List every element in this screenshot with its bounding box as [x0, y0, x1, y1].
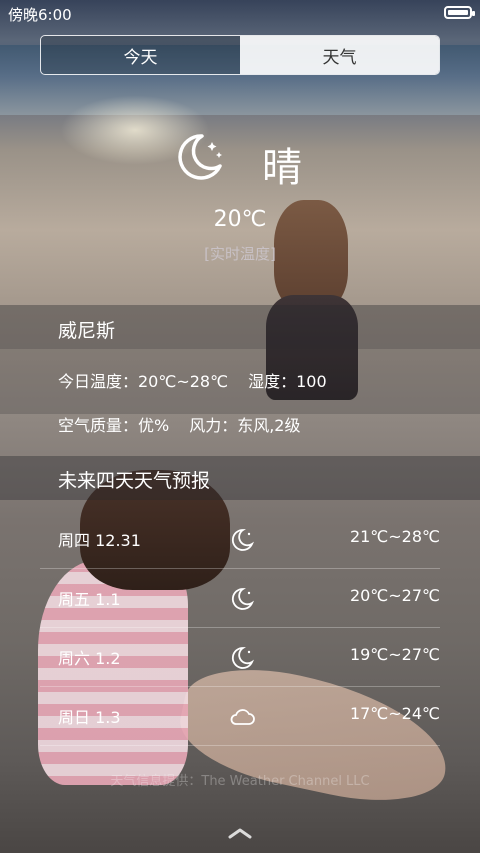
temperature-range: 今日温度：20℃~28℃ — [58, 372, 229, 391]
forecast-day: 周六 1.2 — [58, 649, 121, 668]
moon-icon — [231, 529, 255, 551]
forecast-day: 周日 1.3 — [58, 708, 121, 727]
current-condition: 晴 — [262, 145, 302, 191]
current-temperature: 20℃ — [213, 207, 267, 232]
tab-weather[interactable]: 天气 — [240, 36, 439, 74]
forecast-range: 17℃~24℃ — [349, 704, 440, 723]
details-row-1: 今日温度：20℃~28℃ 湿度：100 — [58, 368, 327, 392]
forecast-row: 周四 12.31 21℃~28℃ — [40, 510, 440, 569]
forecast-day: 周四 12.31 — [58, 531, 141, 550]
air-quality: 空气质量：优% — [58, 416, 170, 435]
forecast-row: 周六 1.2 19℃~27℃ — [40, 628, 440, 687]
moon-icon — [231, 647, 255, 669]
forecast-title: 未来四天天气预报 — [58, 470, 211, 492]
realtime-temperature-label: [实时温度] — [204, 245, 276, 263]
forecast-day: 周五 1.1 — [58, 590, 121, 609]
moon-icon — [178, 134, 222, 180]
moon-icon — [231, 588, 255, 610]
forecast-range: 19℃~27℃ — [349, 645, 440, 664]
status-bar: 傍晚6:00 — [0, 0, 480, 27]
tab-today[interactable]: 今天 — [41, 36, 240, 74]
forecast-range: 21℃~28℃ — [349, 527, 440, 546]
humidity: 湿度：100 — [248, 372, 327, 391]
forecast-row: 周日 1.3 17℃~24℃ — [40, 687, 440, 746]
forecast-row: 周五 1.1 20℃~27℃ — [40, 569, 440, 628]
chevron-up-icon[interactable] — [226, 826, 254, 840]
tab-bar: 今天 天气 — [40, 35, 440, 75]
weather-screen: 傍晚6:00 今天 天气 晴 20℃ [实时温度] 威尼斯 今日温度：20℃~2… — [0, 0, 480, 853]
cloud-icon — [230, 709, 255, 725]
city-name: 威尼斯 — [58, 320, 116, 342]
forecast-list: 周四 12.31 21℃~28℃ 周五 1.1 20℃~27℃ 周六 1.2 1… — [0, 510, 480, 746]
battery-icon — [444, 6, 475, 19]
details-row-2: 空气质量：优% 风力：东风,2级 — [58, 412, 301, 436]
forecast-range: 20℃~27℃ — [349, 586, 440, 605]
data-source-watermark: 天气信息提供：The Weather Channel LLC — [110, 774, 370, 789]
wind: 风力：东风,2级 — [189, 416, 301, 435]
status-time: 傍晚6:00 — [8, 6, 72, 24]
